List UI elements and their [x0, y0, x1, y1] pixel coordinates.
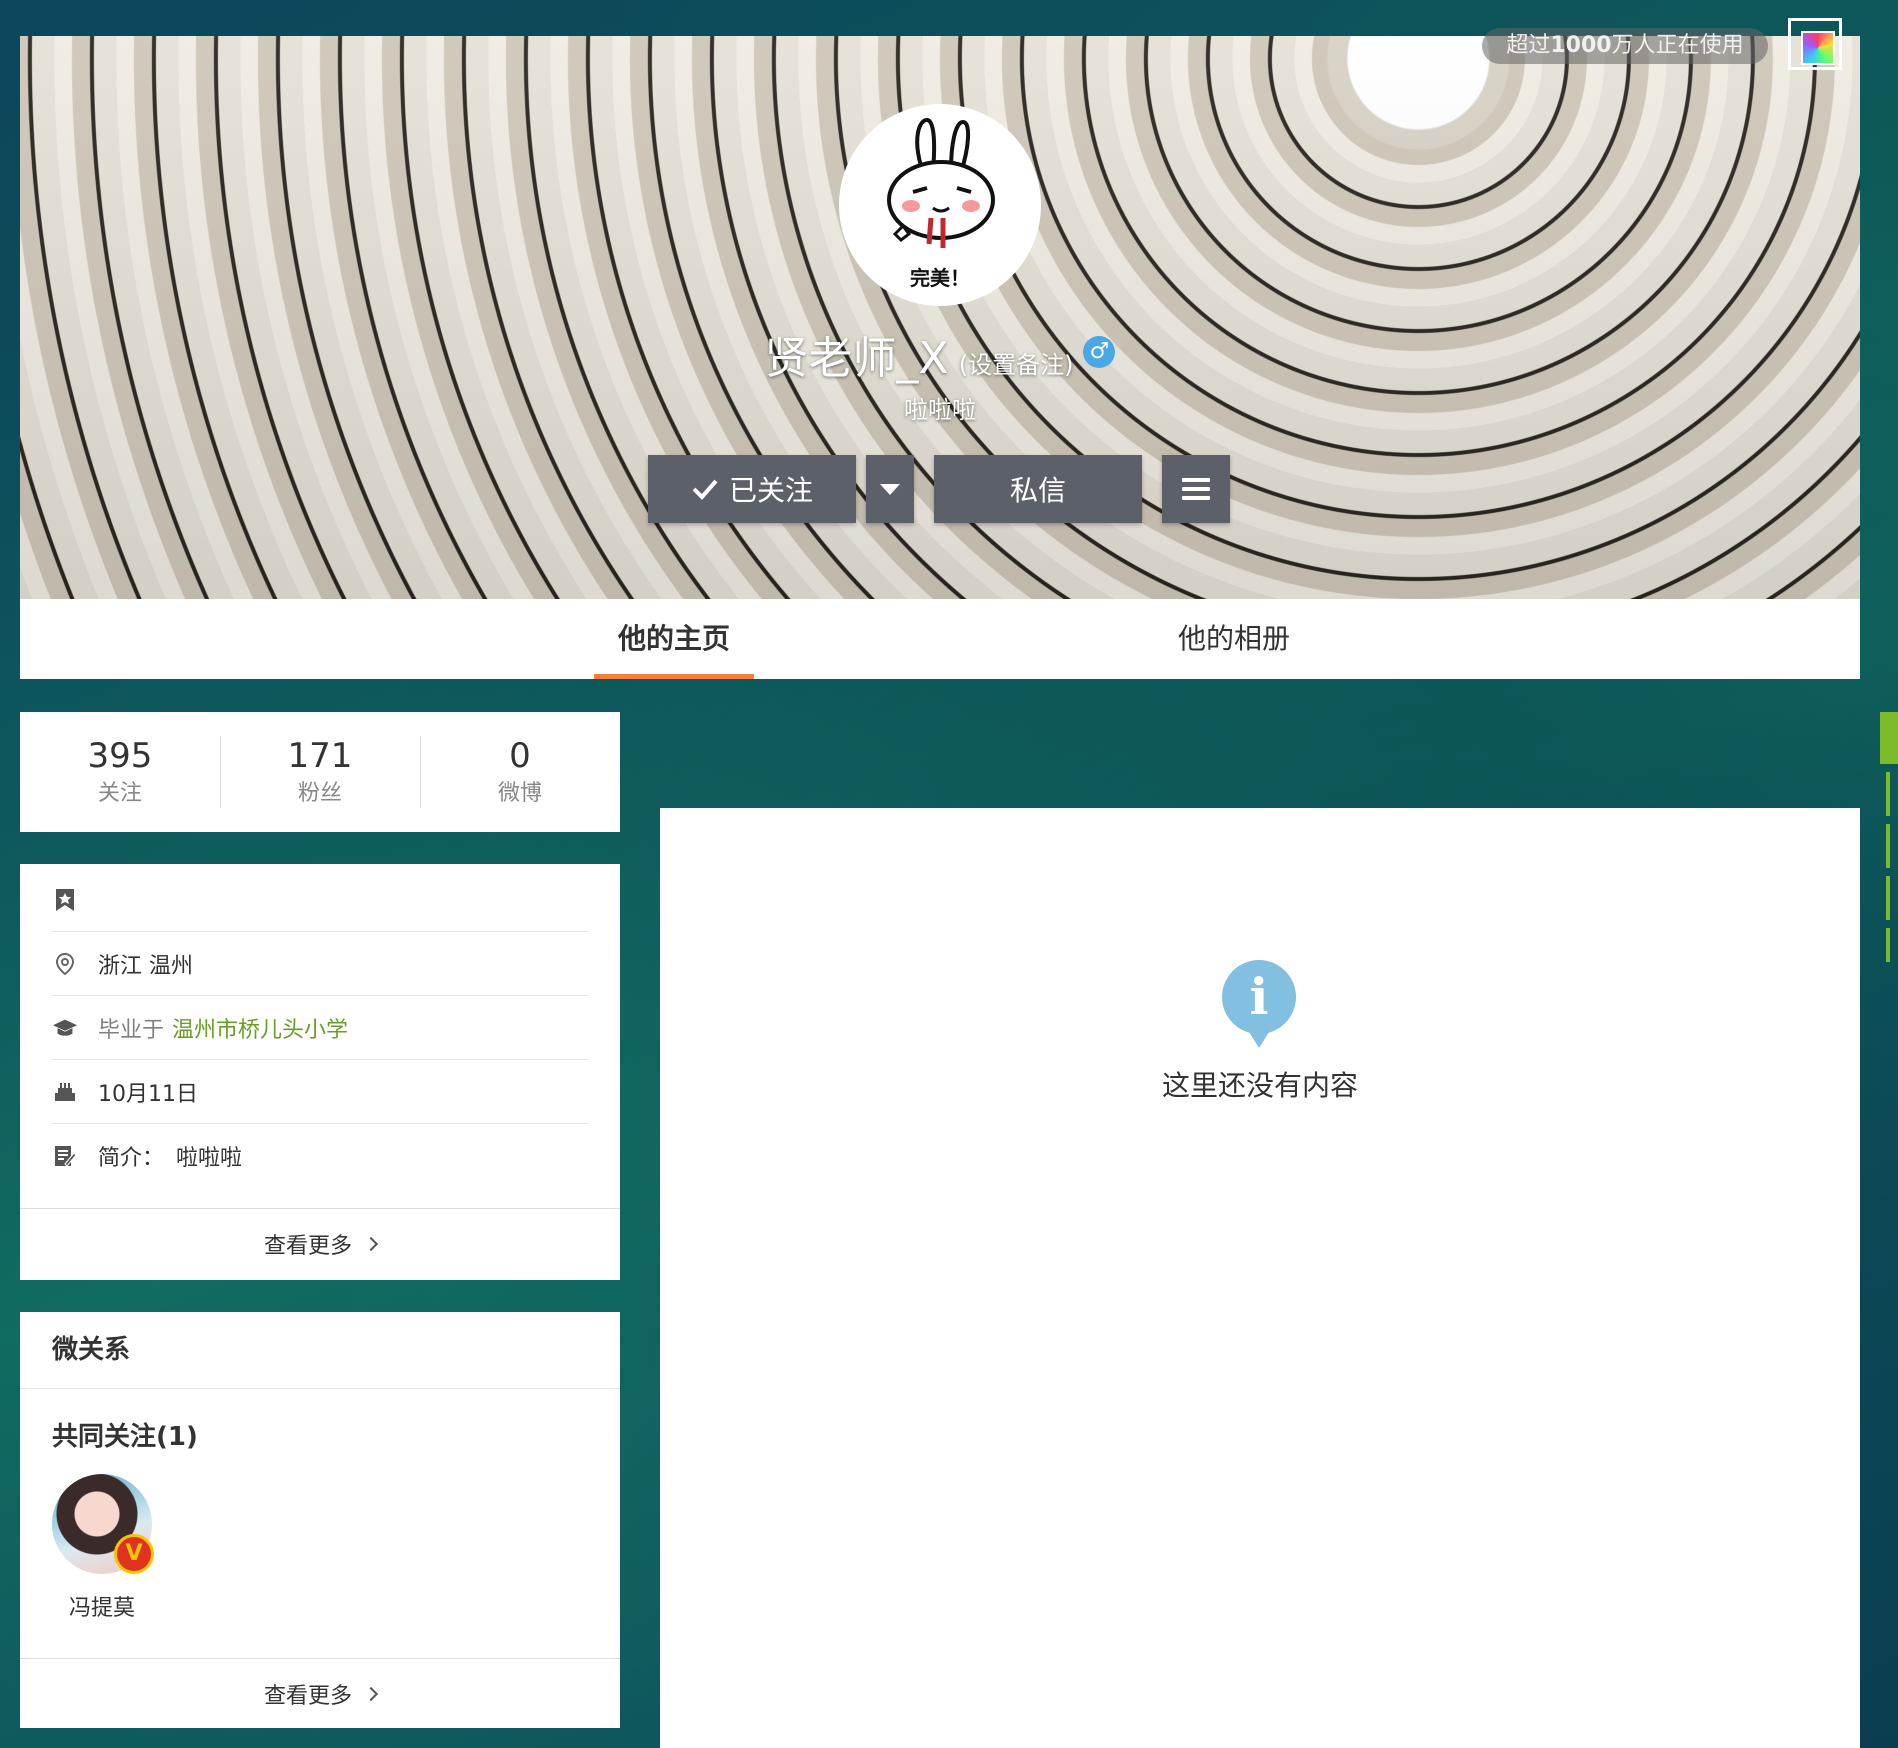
relations-card: 微关系 共同关注(1) V 冯提莫 查看更多 [20, 1312, 620, 1728]
stats-card: 395 关注 171 粉丝 0 微博 [20, 712, 620, 832]
username: 贤老师_X [764, 333, 949, 384]
bookmark-star-icon [52, 887, 78, 913]
info-row-location: 浙江 温州 [52, 932, 588, 996]
stat-fans-label: 粉丝 [297, 781, 342, 806]
school-link[interactable]: 温州市桥儿头小学 [172, 1012, 348, 1044]
palette-icon [1801, 31, 1835, 65]
stat-weibo-label: 微博 [497, 781, 542, 806]
side-scroll-indicator[interactable] [1880, 712, 1898, 972]
profile-avatar[interactable]: 完美！ [839, 104, 1041, 306]
stat-fans[interactable]: 171 粉丝 [220, 734, 420, 810]
caret-down-icon [880, 483, 900, 495]
following-label: 已关注 [728, 474, 813, 507]
basic-info-card: 浙江 温州 毕业于 温州市桥儿头小学 10月11日 简介： 啦啦啦 查看更多 [20, 864, 620, 1280]
bio-label: 简介： [98, 1146, 165, 1171]
relations-see-more-button[interactable]: 查看更多 [20, 1658, 620, 1728]
education-prefix: 毕业于 [98, 1017, 165, 1043]
see-more-label: 查看更多 [263, 1683, 352, 1709]
scroll-thumb[interactable] [1880, 712, 1898, 764]
common-follow-heading: 共同关注(1) [52, 1422, 198, 1452]
male-gender-icon: ♂ [1083, 336, 1116, 368]
stat-weibo-count: 0 [509, 736, 531, 776]
following-button[interactable]: 已关注 [648, 455, 856, 523]
usage-badge: 超过1000万人正在使用 [1482, 28, 1768, 64]
private-message-label: 私信 [1009, 474, 1066, 507]
divider [20, 1388, 620, 1389]
tab-album[interactable]: 他的相册 [1154, 599, 1314, 679]
profile-signature: 啦啦啦 [904, 396, 976, 424]
graduation-cap-icon [52, 1015, 78, 1041]
info-row-bio: 简介： 啦啦啦 [52, 1124, 588, 1188]
chevron-right-icon [363, 1686, 379, 1701]
check-icon [692, 479, 718, 500]
more-menu-button[interactable] [1162, 455, 1230, 523]
avatar-caption: 完美！ [910, 266, 970, 290]
info-row-tag [52, 868, 588, 932]
private-message-button[interactable]: 私信 [934, 455, 1142, 523]
stat-weibo[interactable]: 0 微博 [420, 734, 620, 810]
feed-panel: i 这里还没有内容 [660, 808, 1860, 1748]
location-pin-icon [52, 951, 78, 977]
bio-text: 啦啦啦 [176, 1146, 243, 1171]
info-row-education: 毕业于 温州市桥儿头小学 [52, 996, 588, 1060]
tab-home[interactable]: 他的主页 [594, 599, 754, 679]
empty-feed-message: 这里还没有内容 [1161, 1069, 1358, 1102]
info-row-birthday: 10月11日 [52, 1060, 588, 1124]
set-remark-link[interactable]: (设置备注) [959, 345, 1074, 380]
menu-icon [1182, 478, 1210, 500]
chevron-right-icon [363, 1236, 379, 1251]
edit-note-icon [52, 1143, 78, 1169]
see-more-label: 查看更多 [263, 1233, 352, 1259]
stat-following-label: 关注 [97, 781, 142, 806]
stat-fans-count: 171 [287, 736, 353, 776]
birthday-text: 10月11日 [98, 1081, 198, 1107]
location-text: 浙江 温州 [98, 953, 193, 979]
scroll-track [1886, 772, 1890, 962]
verified-v-badge-icon: V [114, 1534, 154, 1574]
info-icon: i [1222, 960, 1296, 1048]
stat-following-count: 395 [87, 736, 153, 776]
info-see-more-button[interactable]: 查看更多 [20, 1208, 620, 1278]
friend-name[interactable]: 冯提莫 [52, 1590, 152, 1622]
follow-dropdown-button[interactable] [866, 455, 914, 523]
birthday-cake-icon [52, 1079, 78, 1105]
username-row: 贤老师_X (设置备注) ♂ [560, 322, 1320, 384]
stat-following[interactable]: 395 关注 [20, 734, 220, 810]
profile-tabs: 他的主页 他的相册 [20, 599, 1860, 679]
relations-title: 微关系 [52, 1335, 131, 1365]
skin-palette-button[interactable] [1788, 18, 1842, 70]
